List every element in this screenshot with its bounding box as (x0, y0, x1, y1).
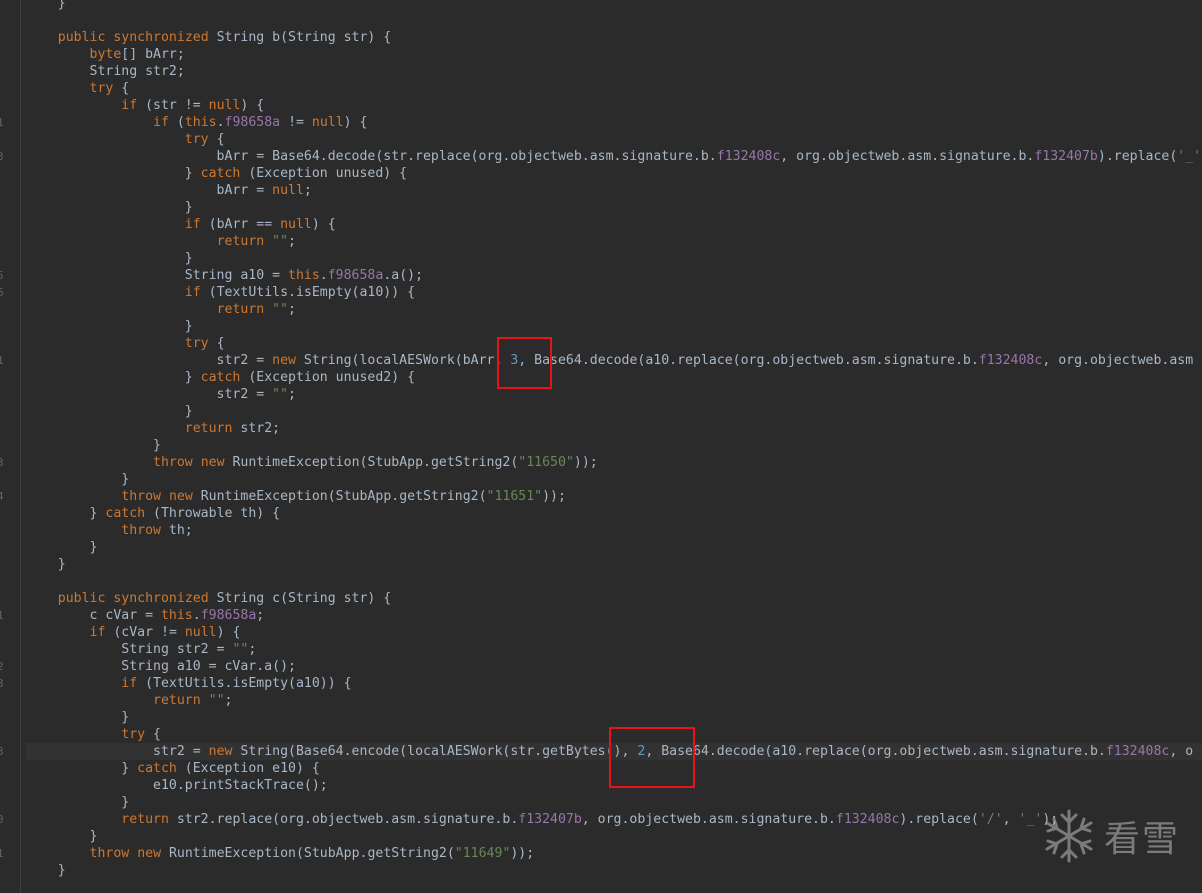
code-line[interactable] (26, 573, 1202, 590)
code-line[interactable]: return ""; (26, 692, 1202, 709)
line-number: 2 (0, 660, 4, 673)
code-line[interactable]: return str2.replace(org.objectweb.asm.si… (26, 811, 1202, 828)
code-line[interactable]: } (26, 539, 1202, 556)
line-number: 5 (0, 269, 4, 282)
code-line[interactable]: bArr = null; (26, 182, 1202, 199)
code-line[interactable]: } (26, 862, 1202, 879)
code-line[interactable]: return ""; (26, 233, 1202, 250)
line-number: 3 (0, 150, 4, 163)
line-number: 1 (0, 609, 4, 622)
code-line[interactable]: throw new RuntimeException(StubApp.getSt… (26, 454, 1202, 471)
snowflake-icon (1045, 809, 1093, 863)
code-line[interactable]: } catch (Exception unused2) { (26, 369, 1202, 386)
line-number: 6 (0, 286, 4, 299)
code-line[interactable]: } (26, 556, 1202, 573)
code-line[interactable]: if (bArr == null) { (26, 216, 1202, 233)
line-number: 3 (0, 745, 4, 758)
code-line[interactable]: } catch (Exception unused) { (26, 165, 1202, 182)
highlight-box-aes-mode-3 (497, 337, 552, 389)
code-line[interactable]: public synchronized String c(String str)… (26, 590, 1202, 607)
watermark-text: 看雪 (1103, 819, 1180, 860)
code-line[interactable]: String str2 = ""; (26, 641, 1202, 658)
code-line[interactable]: try { (26, 80, 1202, 97)
code-line[interactable]: if (TextUtils.isEmpty(a10)) { (26, 284, 1202, 301)
code-line[interactable]: } (26, 318, 1202, 335)
code-line[interactable]: if (TextUtils.isEmpty(a10)) { (26, 675, 1202, 692)
code-line[interactable]: bArr = Base64.decode(str.replace(org.obj… (26, 148, 1202, 165)
code-line[interactable]: String str2; (26, 63, 1202, 80)
line-number: 0 (0, 813, 4, 826)
code-line[interactable]: try { (26, 335, 1202, 352)
code-line[interactable]: if (this.f98658a != null) { (26, 114, 1202, 131)
code-line[interactable] (26, 12, 1202, 29)
code-line[interactable]: } (26, 437, 1202, 454)
code-line[interactable]: return ""; (26, 301, 1202, 318)
code-line[interactable]: if (str != null) { (26, 97, 1202, 114)
code-line[interactable]: c cVar = this.f98658a; (26, 607, 1202, 624)
code-line[interactable]: return str2; (26, 420, 1202, 437)
code-line[interactable]: str2 = ""; (26, 386, 1202, 403)
code-line[interactable]: try { (26, 131, 1202, 148)
code-line[interactable]: String a10 = this.f98658a.a(); (26, 267, 1202, 284)
line-number-gutter: 1 3 5 6 1 3 4 1 2 3 3 0 1 (0, 0, 21, 893)
code-line[interactable]: } (26, 709, 1202, 726)
line-number: 3 (0, 677, 4, 690)
code-line[interactable]: throw new RuntimeException(StubApp.getSt… (26, 845, 1202, 862)
line-number: 1 (0, 354, 4, 367)
line-number: 4 (0, 490, 4, 503)
line-number: 1 (0, 847, 4, 860)
line-number: 3 (0, 456, 4, 469)
code-line[interactable]: throw th; (26, 522, 1202, 539)
code-line[interactable]: throw new RuntimeException(StubApp.getSt… (26, 488, 1202, 505)
code-line[interactable]: byte[] bArr; (26, 46, 1202, 63)
code-line[interactable]: } catch (Throwable th) { (26, 505, 1202, 522)
code-line[interactable]: if (cVar != null) { (26, 624, 1202, 641)
code-line[interactable]: str2 = new String(localAESWork(bArr, 3, … (26, 352, 1202, 369)
code-line[interactable]: } (26, 471, 1202, 488)
watermark: 看雪 (1040, 807, 1180, 865)
code-line[interactable]: } (26, 403, 1202, 420)
code-line[interactable]: } (26, 0, 1202, 12)
code-line[interactable]: String a10 = cVar.a(); (26, 658, 1202, 675)
code-line[interactable]: } (26, 199, 1202, 216)
code-line[interactable]: } (26, 828, 1202, 845)
highlight-box-aes-mode-2 (609, 727, 695, 788)
line-number: 1 (0, 116, 4, 129)
code-line[interactable]: } (26, 794, 1202, 811)
code-line[interactable]: public synchronized String b(String str)… (26, 29, 1202, 46)
code-line[interactable]: } (26, 250, 1202, 267)
